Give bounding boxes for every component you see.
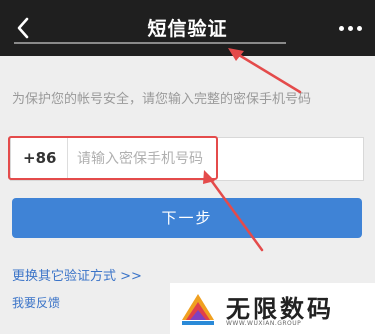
watermark-logo-icon xyxy=(182,294,214,325)
security-hint-text: 为保护您的帐号安全，请您输入完整的密保手机号码 xyxy=(12,92,312,107)
more-dots-icon xyxy=(338,25,344,31)
watermark-text: 无限数码 xyxy=(226,295,334,323)
switch-verification-link[interactable]: 更换其它验证方式 >> xyxy=(12,265,142,284)
watermark-badge: 无限数码 WWW.WUXIAN.GROUP xyxy=(170,283,375,334)
page-title: 短信验证 xyxy=(147,18,228,40)
title-underline xyxy=(14,42,286,44)
next-button[interactable]: 下一步 xyxy=(12,198,362,238)
top-bar: 短信验证 xyxy=(0,0,375,56)
annotation-arrow-title xyxy=(232,50,302,94)
watermark-subtext: WWW.WUXIAN.GROUP xyxy=(226,320,302,327)
annotation-highlight-box xyxy=(8,136,218,180)
feedback-link[interactable]: 我要反馈 xyxy=(12,294,60,311)
more-button[interactable] xyxy=(333,16,367,40)
